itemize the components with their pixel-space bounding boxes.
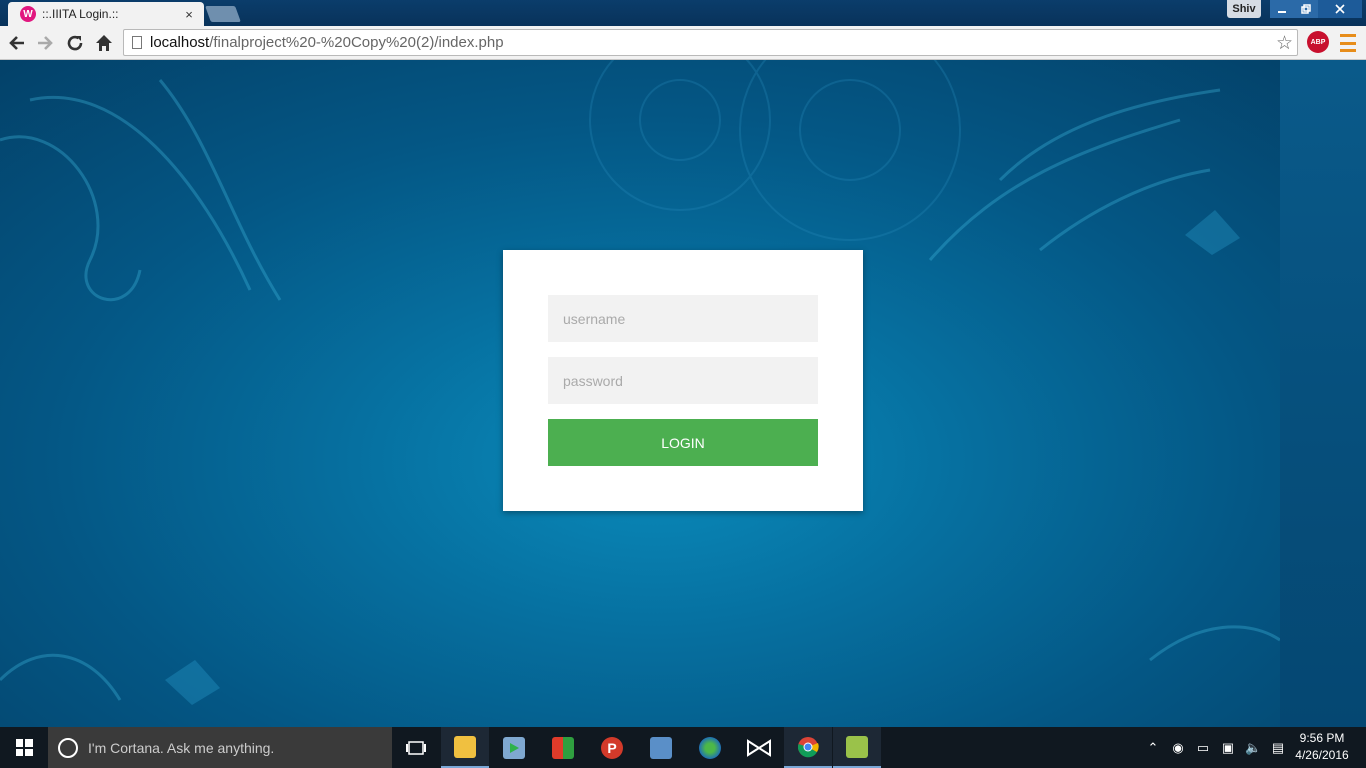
chrome-icon bbox=[798, 736, 819, 757]
visual-studio-icon bbox=[747, 738, 771, 757]
username-input[interactable] bbox=[548, 295, 818, 342]
notepad-icon bbox=[846, 735, 868, 758]
task-view-button[interactable] bbox=[392, 727, 440, 768]
clock-date: 4/26/2016 bbox=[1295, 748, 1349, 762]
background-tile-edge bbox=[1280, 60, 1366, 727]
minimize-icon bbox=[1278, 11, 1286, 13]
menu-bar-icon bbox=[1340, 49, 1356, 52]
forward-button[interactable] bbox=[34, 32, 56, 54]
taskbar-chrome[interactable] bbox=[784, 727, 832, 768]
new-tab-button[interactable] bbox=[205, 6, 241, 22]
login-form-card: LOGIN bbox=[503, 250, 863, 511]
taskbar-clock[interactable]: 9:56 PM 4/26/2016 bbox=[1292, 731, 1352, 762]
network-icon[interactable]: ▣ bbox=[1220, 740, 1236, 756]
page-background: LOGIN bbox=[0, 60, 1366, 727]
folder-icon bbox=[454, 735, 476, 758]
restore-button[interactable] bbox=[1294, 0, 1318, 18]
tab-close-icon[interactable]: × bbox=[182, 7, 196, 22]
action-center-icon[interactable]: ▤ bbox=[1270, 740, 1286, 756]
record-icon[interactable]: ◉ bbox=[1170, 740, 1186, 756]
close-icon bbox=[1335, 4, 1345, 14]
taskbar-notepad-app[interactable] bbox=[833, 727, 881, 768]
arrow-left-icon bbox=[9, 36, 24, 50]
cortana-search-box[interactable]: I'm Cortana. Ask me anything. bbox=[48, 727, 392, 768]
tab-title: ::.IIITA Login.:: bbox=[42, 7, 119, 21]
media-player-icon bbox=[503, 736, 525, 759]
system-tray: ⌃ ◉ ▭ ▣ 🔈 ▤ bbox=[1145, 727, 1286, 768]
login-button[interactable]: LOGIN bbox=[548, 419, 818, 466]
browser-toolbar: localhost /finalproject%20-%20Copy%20(2)… bbox=[0, 26, 1366, 60]
minimize-button[interactable] bbox=[1270, 0, 1294, 18]
arrow-right-icon bbox=[38, 36, 53, 50]
clock-time: 9:56 PM bbox=[1299, 731, 1345, 745]
taskbar-psiphon-app[interactable]: P bbox=[588, 727, 636, 768]
close-window-button[interactable] bbox=[1318, 0, 1362, 18]
cortana-icon bbox=[58, 737, 78, 758]
reload-icon bbox=[67, 35, 83, 51]
page-icon bbox=[132, 36, 142, 49]
start-button[interactable] bbox=[0, 727, 48, 768]
windows-taskbar: I'm Cortana. Ask me anything. P ⌃ ◉ ▭ ▣ … bbox=[0, 727, 1366, 768]
url-host: localhost bbox=[150, 34, 210, 51]
p-app-icon: P bbox=[601, 736, 623, 759]
taskbar-visual-studio[interactable] bbox=[735, 727, 783, 768]
menu-bar-icon bbox=[1340, 41, 1356, 45]
profile-button[interactable]: Shiv bbox=[1227, 0, 1261, 18]
chevron-up-icon[interactable]: ⌃ bbox=[1145, 740, 1161, 756]
menu-bar-icon bbox=[1340, 34, 1356, 37]
home-icon bbox=[96, 35, 112, 51]
bookmark-star-icon[interactable]: ☆ bbox=[1276, 32, 1293, 55]
office-icon bbox=[552, 736, 574, 759]
taskbar-file-explorer[interactable] bbox=[441, 727, 489, 768]
browser-tab[interactable]: W ::.IIITA Login.:: × bbox=[8, 2, 204, 26]
adblock-extension-button[interactable]: ABP bbox=[1307, 31, 1329, 53]
back-button[interactable] bbox=[6, 32, 28, 54]
volume-icon[interactable]: 🔈 bbox=[1245, 740, 1261, 756]
cortana-placeholder: I'm Cortana. Ask me anything. bbox=[88, 739, 275, 756]
system-info-icon bbox=[650, 736, 672, 759]
taskbar-system-app[interactable] bbox=[637, 727, 685, 768]
home-button[interactable] bbox=[93, 32, 115, 54]
restore-icon bbox=[1301, 4, 1311, 14]
url-path: /finalproject%20-%20Copy%20(2)/index.php bbox=[209, 34, 504, 51]
task-view-icon bbox=[406, 740, 426, 755]
taskbar-office-app[interactable] bbox=[539, 727, 587, 768]
battery-icon[interactable]: ▭ bbox=[1195, 740, 1211, 756]
browser-title-bar: W ::.IIITA Login.:: × Shiv bbox=[0, 0, 1366, 26]
reload-button[interactable] bbox=[64, 32, 86, 54]
chrome-menu-button[interactable] bbox=[1340, 34, 1356, 52]
taskbar-media-app[interactable] bbox=[490, 727, 538, 768]
address-bar[interactable]: localhost /finalproject%20-%20Copy%20(2)… bbox=[123, 29, 1298, 56]
windows-logo-icon bbox=[15, 739, 33, 756]
taskbar-download-manager[interactable] bbox=[686, 727, 734, 768]
site-favicon-icon: W bbox=[20, 6, 36, 22]
globe-download-icon bbox=[699, 736, 721, 759]
password-input[interactable] bbox=[548, 357, 818, 404]
